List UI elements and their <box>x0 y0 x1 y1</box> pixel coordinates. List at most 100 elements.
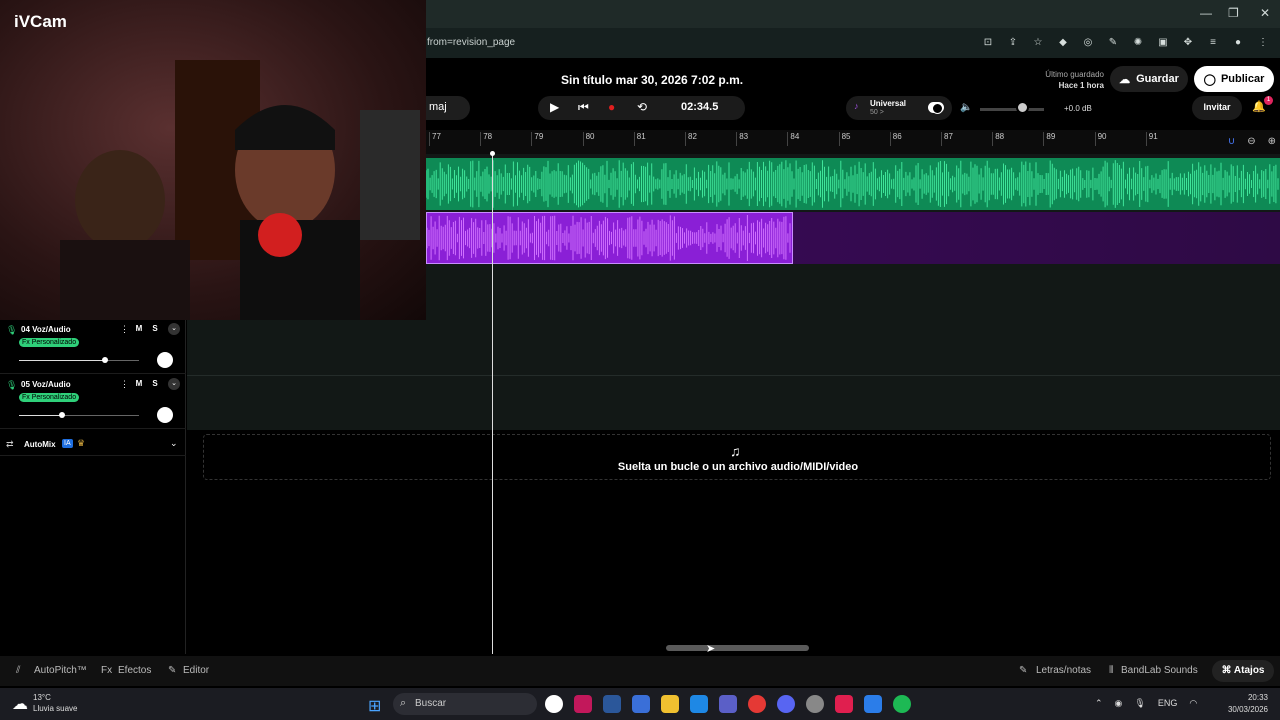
microphone-icon[interactable]: 🎙 <box>1134 698 1145 709</box>
weather-temp[interactable]: 13°C <box>33 693 51 702</box>
install-icon[interactable]: ⇪ <box>1006 35 1020 49</box>
ruler-tick: 88 <box>992 132 1005 146</box>
ruler-tick: 87 <box>941 132 953 146</box>
mute-button[interactable]: M <box>133 378 145 390</box>
teams-icon[interactable] <box>719 695 737 713</box>
minimize-button[interactable]: — <box>1200 6 1212 20</box>
shortcuts-button[interactable]: ⌘ Atajos <box>1212 660 1274 682</box>
mute-button[interactable]: M <box>133 323 145 335</box>
loop-icon[interactable]: ⟲ <box>637 100 647 114</box>
track-volume-handle[interactable] <box>102 357 109 363</box>
horizontal-scrollbar[interactable] <box>666 645 809 651</box>
weather-condition[interactable]: Lluvia suave <box>33 704 77 713</box>
close-button[interactable]: ✕ <box>1260 6 1270 20</box>
automix-row[interactable]: ⇄ AutoMix IA ♛ ⌄ <box>0 434 186 456</box>
ruler-tools: ∪ ⊖ ⊕ <box>1228 136 1276 147</box>
media-icon[interactable]: ≡ <box>1206 35 1220 49</box>
pencil-icon: ✎ <box>168 665 177 676</box>
ruler-tick: 86 <box>889 132 902 146</box>
extension-icon[interactable]: ✎ <box>1106 35 1120 49</box>
avatar[interactable]: ● <box>1231 35 1245 49</box>
speaker-icon[interactable]: 🔈 <box>960 102 972 113</box>
track-menu-icon[interactable]: ⋮ <box>120 324 129 335</box>
timeline-ruler[interactable]: 77 78 79 80 81 82 83 84 85 86 87 88 89 90 91 ∪ ⊖ ⊕ <box>426 130 1280 154</box>
fx-badge[interactable]: Fx Personalizado <box>19 338 80 347</box>
empty-track-rows[interactable] <box>187 320 1280 430</box>
publish-button[interactable]: ◯ Publicar <box>1194 66 1274 92</box>
url-text[interactable]: from=revision_page <box>427 37 515 48</box>
app-icon[interactable] <box>806 695 824 713</box>
app-icon[interactable] <box>864 695 882 713</box>
word-icon[interactable] <box>603 695 621 713</box>
folder-icon[interactable] <box>661 695 679 713</box>
fx-badge[interactable]: Fx Personalizado <box>19 393 80 402</box>
editor-button[interactable]: Editor <box>183 665 209 676</box>
taskbar-clock[interactable]: 20:33 30/03/2026 <box>1226 693 1268 714</box>
preset-control[interactable]: ♪ Universal 50 > <box>846 96 952 120</box>
solo-button[interactable]: S <box>149 378 161 390</box>
track-header[interactable]: 🎙 05 Voz/Audio Fx Personalizado ⋮ M S ⌄ <box>0 375 186 429</box>
windows-start-icon[interactable]: ⊞ <box>368 696 381 716</box>
preset-toggle[interactable] <box>928 102 944 114</box>
key-selector[interactable]: maj <box>426 96 470 120</box>
solo-button[interactable]: S <box>149 323 161 335</box>
audio-clip-purple[interactable] <box>426 212 793 264</box>
zoom-in-icon[interactable]: ⊕ <box>1268 136 1276 147</box>
vscode-icon[interactable] <box>690 695 708 713</box>
playhead-line[interactable] <box>492 154 493 654</box>
track-name[interactable]: 04 Voz/Audio <box>21 325 71 334</box>
track-volume-handle[interactable] <box>59 412 66 418</box>
app-icon[interactable] <box>574 695 592 713</box>
playhead-handle[interactable] <box>490 151 495 156</box>
skip-back-icon[interactable]: ⏮ <box>578 100 589 115</box>
autopitch-button[interactable]: AutoPitch™ <box>34 665 87 676</box>
pan-knob[interactable] <box>157 407 173 423</box>
chrome-icon[interactable] <box>748 695 766 713</box>
drop-zone[interactable]: ♫ Suelta un bucle o un archivo audio/MID… <box>203 434 1271 480</box>
restore-button[interactable]: ❐ <box>1228 6 1239 20</box>
extension-icon[interactable]: ◎ <box>1081 35 1095 49</box>
taskbar-search[interactable]: ⌕ Buscar <box>393 693 537 715</box>
translate-icon[interactable]: ⊡ <box>981 35 995 49</box>
track-menu-icon[interactable]: ⋮ <box>120 379 129 390</box>
magnet-icon[interactable]: ∪ <box>1228 136 1235 147</box>
kebab-menu-icon[interactable]: ⋮ <box>1256 35 1270 49</box>
language-label[interactable]: ENG <box>1158 698 1178 709</box>
location-icon[interactable]: ◉ <box>1115 698 1123 709</box>
pan-knob[interactable] <box>157 352 173 368</box>
extension-icon[interactable]: ◆ <box>1056 35 1070 49</box>
chevron-down-icon[interactable]: ⌄ <box>170 438 178 449</box>
project-title[interactable]: Sin título mar 30, 2026 7:02 p.m. <box>561 73 743 87</box>
star-icon[interactable]: ☆ <box>1031 35 1045 49</box>
chevron-down-icon[interactable]: ⌄ <box>168 323 180 335</box>
effects-button[interactable]: Efectos <box>118 665 151 676</box>
extension-icon[interactable]: ✺ <box>1131 35 1145 49</box>
puzzle-icon[interactable]: ✥ <box>1181 35 1195 49</box>
track-name[interactable]: 05 Voz/Audio <box>21 380 71 389</box>
address-bar[interactable]: from=revision_page ⊡ ⇪ ☆ ◆ ◎ ✎ ✺ ▣ ✥ ≡ ●… <box>426 28 1280 58</box>
record-icon[interactable]: ● <box>608 100 615 114</box>
chevron-down-icon[interactable]: ⌄ <box>168 378 180 390</box>
volume-knob[interactable] <box>1016 101 1029 114</box>
audio-clip-green[interactable] <box>425 158 1280 210</box>
sounds-button[interactable]: BandLab Sounds <box>1121 665 1198 676</box>
discord-icon[interactable] <box>777 695 795 713</box>
app-icon[interactable] <box>632 695 650 713</box>
app-icon[interactable] <box>545 695 563 713</box>
volume-slider[interactable] <box>980 108 1044 111</box>
tiktok-icon[interactable] <box>835 695 853 713</box>
spotify-icon[interactable] <box>893 695 911 713</box>
weather-cloud-icon[interactable]: ☁ <box>12 694 28 714</box>
track-row[interactable] <box>187 375 1280 430</box>
play-icon[interactable]: ▶ <box>550 100 559 114</box>
extension-icon[interactable]: ▣ <box>1156 35 1170 49</box>
chevron-up-icon[interactable]: ⌃ <box>1095 698 1103 709</box>
wifi-icon[interactable]: ◠ <box>1189 698 1197 709</box>
lyrics-button[interactable]: Letras/notas <box>1036 665 1091 676</box>
save-button[interactable]: ☁ Guardar <box>1110 66 1188 92</box>
invite-button[interactable]: Invitar <box>1192 96 1242 120</box>
bottom-toolbar: ⫽ AutoPitch™ Fx Efectos ✎ Editor ✎ Letra… <box>0 656 1280 686</box>
track-header[interactable]: 🎙 04 Voz/Audio Fx Personalizado ⋮ M S ⌄ <box>0 320 186 374</box>
zoom-out-icon[interactable]: ⊖ <box>1247 136 1255 147</box>
arrangement-area[interactable] <box>425 154 1280 320</box>
